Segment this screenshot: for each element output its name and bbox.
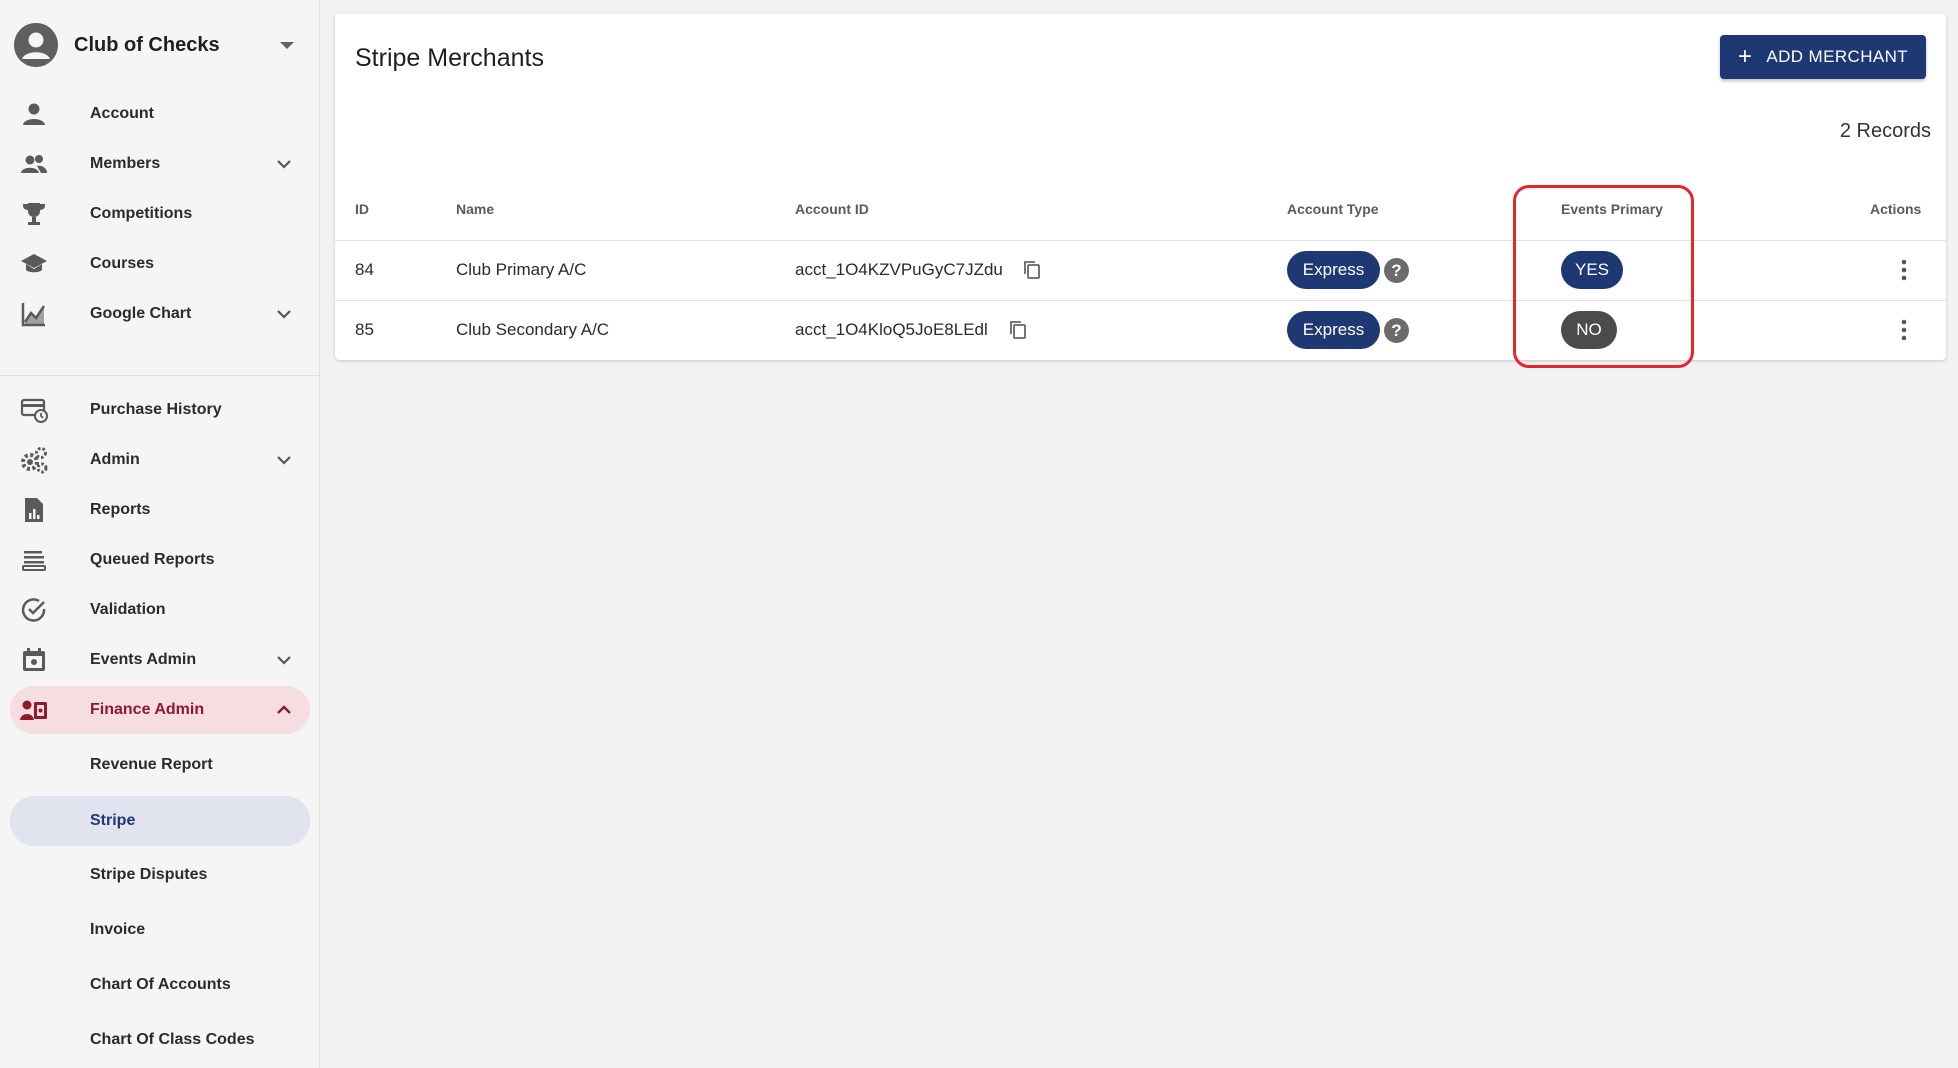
sidebar-item-courses[interactable]: Courses	[10, 240, 310, 288]
cell-account-id: acct_1O4KloQ5JoE8LEdl	[795, 320, 988, 339]
column-header-account-id[interactable]: Account ID	[795, 201, 869, 217]
sidebar-subitem-stripe-disputes[interactable]: Stripe Disputes	[10, 851, 310, 899]
copy-icon[interactable]	[1009, 320, 1027, 340]
account-type-chip: Express	[1287, 311, 1380, 349]
page-title: Stripe Merchants	[355, 44, 544, 72]
sidebar-item-purchase-history[interactable]: Purchase History	[10, 386, 310, 434]
more-vert-icon[interactable]	[1900, 258, 1908, 282]
sidebar-item-label: Google Chart	[90, 305, 192, 322]
sidebar-item-label: Stripe Disputes	[90, 866, 208, 883]
sidebar-item-reports[interactable]: Reports	[10, 486, 310, 534]
chart-icon	[20, 300, 48, 328]
column-header-account-type[interactable]: Account Type	[1287, 201, 1379, 217]
club-selector[interactable]: Club of Checks	[14, 22, 304, 68]
sidebar-item-label: Courses	[90, 255, 155, 272]
person-icon	[20, 100, 48, 128]
cell-id: 84	[355, 260, 374, 279]
cell-account-id: acct_1O4KZVPuGyC7JZdu	[795, 260, 1003, 279]
row-divider	[335, 300, 1946, 301]
sidebar-item-label: Invoice	[90, 921, 146, 938]
sidebar-subitem-revenue-report[interactable]: Revenue Report	[10, 741, 310, 789]
sidebar-item-label: Members	[90, 155, 161, 172]
sidebar-item-label: Events Admin	[90, 651, 197, 668]
caret-down-icon[interactable]	[280, 42, 294, 49]
chevron-down-icon[interactable]	[274, 650, 294, 670]
add-merchant-label: ADD MERCHANT	[1766, 47, 1909, 66]
sidebar-item-label: Chart Of Class Codes	[90, 1031, 255, 1048]
sidebar-subitem-chart-of-accounts[interactable]: Chart Of Accounts	[10, 961, 310, 1009]
sidebar-item-validation[interactable]: Validation	[10, 586, 310, 634]
account-type-chip: Express	[1287, 251, 1380, 289]
sidebar-item-label: Finance Admin	[90, 701, 205, 718]
sidebar-subitem-chart-of-class-codes[interactable]: Chart Of Class Codes	[10, 1016, 310, 1064]
merchants-card: Stripe Merchants + ADD MERCHANT 2 Record…	[335, 14, 1946, 360]
sidebar-item-members[interactable]: Members	[10, 140, 310, 188]
chevron-up-icon[interactable]	[274, 700, 294, 720]
header-divider	[335, 240, 1946, 241]
gears-icon	[20, 446, 48, 474]
sidebar-item-label: Validation	[90, 601, 166, 618]
sidebar: Club of Checks Account Members Competiti…	[0, 0, 320, 1068]
copy-icon[interactable]	[1023, 260, 1041, 280]
sidebar-item-label: Admin	[90, 451, 140, 468]
sidebar-item-label: Reports	[90, 501, 151, 518]
events-primary-highlight	[1513, 185, 1694, 368]
sidebar-item-competitions[interactable]: Competitions	[10, 190, 310, 238]
sidebar-subitem-invoice[interactable]: Invoice	[10, 906, 310, 954]
calendar-icon	[20, 646, 48, 674]
payment-history-icon	[20, 396, 48, 424]
sidebar-item-account[interactable]: Account	[10, 90, 310, 138]
sidebar-item-finance-admin[interactable]: Finance Admin	[10, 686, 310, 734]
cell-name: Club Primary A/C	[456, 260, 587, 279]
chevron-down-icon[interactable]	[274, 450, 294, 470]
sidebar-item-events-admin[interactable]: Events Admin	[10, 636, 310, 684]
more-vert-icon[interactable]	[1900, 318, 1908, 342]
cell-name: Club Secondary A/C	[456, 320, 610, 339]
chevron-down-icon[interactable]	[274, 154, 294, 174]
queue-icon	[20, 546, 48, 574]
plus-icon: +	[1737, 43, 1753, 70]
sidebar-subitem-stripe[interactable]: Stripe	[10, 796, 310, 846]
help-icon[interactable]: ?	[1384, 258, 1409, 283]
cell-id: 85	[355, 320, 374, 339]
column-header-name[interactable]: Name	[456, 201, 494, 217]
school-icon	[20, 250, 48, 278]
records-count: 2 Records	[1839, 120, 1931, 142]
sidebar-item-label: Chart Of Accounts	[90, 976, 231, 993]
chevron-down-icon[interactable]	[274, 304, 294, 324]
club-name: Club of Checks	[74, 33, 220, 56]
sidebar-item-label: Revenue Report	[90, 756, 213, 773]
help-icon[interactable]: ?	[1384, 318, 1409, 343]
column-header-actions: Actions	[1870, 201, 1922, 217]
column-header-id[interactable]: ID	[355, 201, 369, 217]
sidebar-item-label: Queued Reports	[90, 551, 215, 568]
sidebar-item-label: Stripe	[90, 812, 136, 829]
report-icon	[20, 496, 48, 524]
sidebar-item-google-chart[interactable]: Google Chart	[10, 290, 310, 338]
sidebar-item-label: Purchase History	[90, 401, 222, 418]
sidebar-item-label: Competitions	[90, 205, 193, 222]
sidebar-divider	[0, 375, 320, 376]
sidebar-item-label: Account	[90, 105, 154, 122]
sidebar-item-queued-reports[interactable]: Queued Reports	[10, 536, 310, 584]
add-merchant-button[interactable]: + ADD MERCHANT	[1720, 35, 1926, 79]
club-avatar-icon	[14, 23, 58, 67]
trophy-icon	[20, 200, 48, 228]
sidebar-item-admin[interactable]: Admin	[10, 436, 310, 484]
check-circle-icon	[20, 596, 48, 624]
finance-icon	[20, 696, 48, 724]
group-icon	[20, 150, 48, 178]
